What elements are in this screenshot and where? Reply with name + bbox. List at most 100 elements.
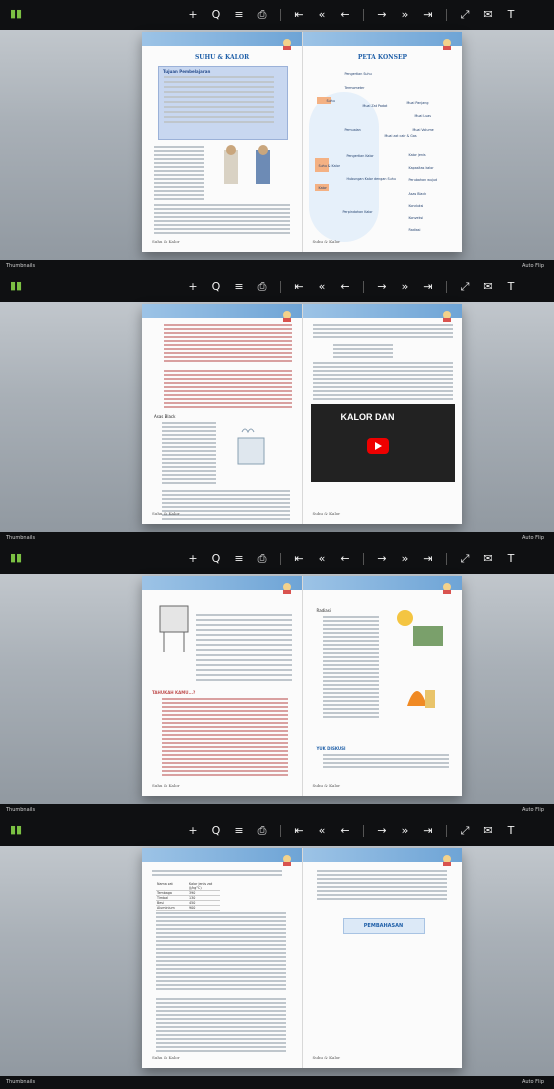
- book-spread[interactable]: TAHUKAH KAMU...? Suhu & Kalor Radiasi YU…: [142, 576, 462, 796]
- first-page-icon[interactable]: ⇤: [294, 6, 304, 24]
- right-page[interactable]: KALOR DAN Suhu & Kalor: [302, 304, 462, 524]
- back-icon[interactable]: ←: [340, 550, 350, 568]
- back-icon[interactable]: ←: [340, 822, 350, 840]
- page-header-band: [142, 304, 302, 318]
- text-line: [162, 702, 288, 704]
- print-icon[interactable]: ⎙: [257, 6, 267, 24]
- text-line: [154, 150, 204, 152]
- play-icon[interactable]: [366, 438, 389, 454]
- mail-icon[interactable]: ✉: [483, 6, 493, 24]
- print-icon[interactable]: ⎙: [257, 278, 267, 296]
- menu-icon[interactable]: ≡: [234, 278, 244, 296]
- back-icon[interactable]: ←: [340, 6, 350, 24]
- book-spread[interactable]: Asas Black Suhu & Kalor KALOR DAN Suhu &…: [142, 304, 462, 524]
- mail-icon[interactable]: ✉: [483, 278, 493, 296]
- add-icon[interactable]: +: [188, 6, 198, 24]
- text-line: [316, 894, 447, 896]
- text-line: [162, 498, 290, 500]
- thumbnails-button[interactable]: Thumbnails: [6, 532, 35, 544]
- forward-icon[interactable]: →: [377, 278, 387, 296]
- menu-icon[interactable]: ≡: [234, 550, 244, 568]
- zoom-icon[interactable]: Q: [211, 278, 221, 296]
- text-icon[interactable]: T: [506, 550, 516, 568]
- first-page-icon[interactable]: ⇤: [294, 822, 304, 840]
- next-icon[interactable]: »: [400, 278, 410, 296]
- next-icon[interactable]: »: [400, 6, 410, 24]
- embedded-video[interactable]: KALOR DAN: [310, 404, 455, 482]
- right-page[interactable]: Radiasi YUK DISKUSI Suhu & Kalor: [302, 576, 462, 796]
- thumbnails-button[interactable]: Thumbnails: [6, 1076, 35, 1088]
- text-icon[interactable]: T: [506, 822, 516, 840]
- fullscreen-icon[interactable]: ⤢: [460, 550, 470, 568]
- book-spread[interactable]: Nama zat Kalor jenis zat (J/kg°C) Tembag…: [142, 848, 462, 1068]
- pembahasan-button[interactable]: PEMBAHASAN: [342, 918, 425, 934]
- next-icon[interactable]: »: [400, 822, 410, 840]
- text-line: [322, 640, 379, 642]
- zoom-icon[interactable]: Q: [211, 550, 221, 568]
- text-line: [316, 882, 447, 884]
- table-cell: Tembaga: [157, 891, 172, 895]
- autoflip-button[interactable]: Auto Flip: [522, 1076, 544, 1088]
- left-page[interactable]: TAHUKAH KAMU...? Suhu & Kalor: [142, 576, 303, 796]
- text-line: [316, 870, 447, 872]
- book-spread[interactable]: SUHU & KALOR Tujuan Pembelajaran Suhu & …: [142, 32, 462, 252]
- print-icon[interactable]: ⎙: [257, 550, 267, 568]
- left-page[interactable]: Asas Black Suhu & Kalor: [142, 304, 303, 524]
- back-icon[interactable]: ←: [340, 278, 350, 296]
- forward-icon[interactable]: →: [377, 550, 387, 568]
- forward-icon[interactable]: →: [377, 6, 387, 24]
- thumbnails-button[interactable]: Thumbnails: [6, 260, 35, 272]
- text-line: [156, 988, 286, 990]
- first-page-icon[interactable]: ⇤: [294, 278, 304, 296]
- zoom-icon[interactable]: Q: [211, 822, 221, 840]
- prev-icon[interactable]: «: [317, 6, 327, 24]
- add-icon[interactable]: +: [188, 550, 198, 568]
- text-line: [316, 874, 447, 876]
- add-icon[interactable]: +: [188, 822, 198, 840]
- prev-icon[interactable]: «: [317, 550, 327, 568]
- text-line: [154, 224, 290, 226]
- bottom-bar: Thumbnails Auto Flip: [0, 804, 554, 816]
- last-page-icon[interactable]: ⇥: [423, 6, 433, 24]
- forward-icon[interactable]: →: [377, 822, 387, 840]
- fullscreen-icon[interactable]: ⤢: [460, 822, 470, 840]
- text-icon[interactable]: T: [506, 278, 516, 296]
- add-icon[interactable]: +: [188, 278, 198, 296]
- bottom-bar: Thumbnails Auto Flip: [0, 1076, 554, 1088]
- next-icon[interactable]: »: [400, 550, 410, 568]
- page-header-band: [302, 848, 462, 862]
- text-line: [162, 510, 290, 512]
- text-icon[interactable]: T: [506, 6, 516, 24]
- mail-icon[interactable]: ✉: [483, 550, 493, 568]
- page-header-band: [302, 576, 462, 590]
- first-page-icon[interactable]: ⇤: [294, 550, 304, 568]
- text-line: [322, 708, 379, 710]
- last-page-icon[interactable]: ⇥: [423, 550, 433, 568]
- mail-icon[interactable]: ✉: [483, 822, 493, 840]
- last-page-icon[interactable]: ⇥: [423, 278, 433, 296]
- autoflip-button[interactable]: Auto Flip: [522, 804, 544, 816]
- right-page[interactable]: PEMBAHASAN Suhu & Kalor: [302, 848, 462, 1068]
- text-line: [322, 712, 379, 714]
- prev-icon[interactable]: «: [317, 278, 327, 296]
- menu-icon[interactable]: ≡: [234, 822, 244, 840]
- menu-icon[interactable]: ≡: [234, 6, 244, 24]
- text-line: [162, 434, 216, 436]
- zoom-icon[interactable]: Q: [211, 6, 221, 24]
- text-line: [196, 649, 292, 651]
- print-icon[interactable]: ⎙: [257, 822, 267, 840]
- text-line: [162, 758, 288, 760]
- fullscreen-icon[interactable]: ⤢: [460, 278, 470, 296]
- text-line: [164, 370, 292, 372]
- left-page[interactable]: SUHU & KALOR Tujuan Pembelajaran Suhu & …: [142, 32, 303, 252]
- autoflip-button[interactable]: Auto Flip: [522, 260, 544, 272]
- right-page[interactable]: PETA KONSEP Pengertian Suhu Termometer Suh…: [302, 32, 462, 252]
- last-page-icon[interactable]: ⇥: [423, 822, 433, 840]
- autoflip-button[interactable]: Auto Flip: [522, 532, 544, 544]
- prev-icon[interactable]: «: [317, 822, 327, 840]
- thumbnails-button[interactable]: Thumbnails: [6, 804, 35, 816]
- text-line: [322, 680, 379, 682]
- left-page[interactable]: Nama zat Kalor jenis zat (J/kg°C) Tembag…: [142, 848, 303, 1068]
- text-line: [196, 624, 292, 626]
- fullscreen-icon[interactable]: ⤢: [460, 6, 470, 24]
